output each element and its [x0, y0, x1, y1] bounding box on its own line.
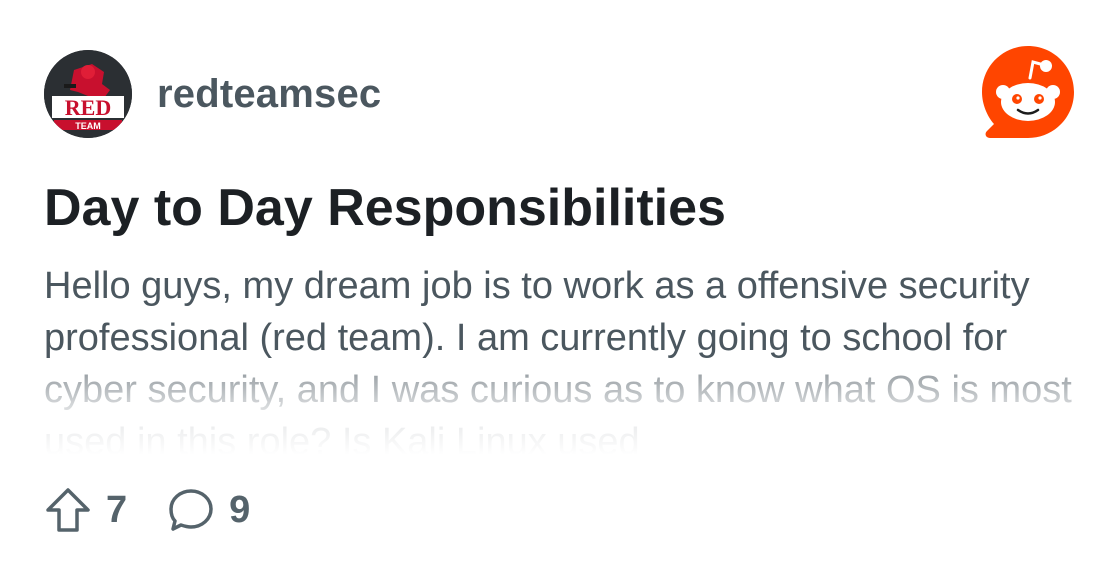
post-body-text: Hello guys, my dream job is to work as a…: [44, 265, 1072, 455]
post-stats: 7 9: [44, 484, 250, 536]
community-name[interactable]: redteamsec: [157, 74, 381, 114]
upvote-arrow-icon: [46, 488, 90, 532]
post-body: Hello guys, my dream job is to work as a…: [44, 260, 1084, 455]
svg-text:TEAM: TEAM: [75, 121, 101, 131]
post-title[interactable]: Day to Day Responsibilities: [44, 179, 726, 237]
comment-bubble-icon: [169, 489, 213, 531]
reddit-logo-icon[interactable]: [980, 44, 1076, 140]
community-avatar[interactable]: RED TEAM: [44, 50, 132, 138]
comment-count: 9: [229, 489, 251, 531]
svg-text:RED: RED: [65, 95, 111, 120]
post-preview-card: RED TEAM redteamsec Day to Day Responsib…: [0, 0, 1120, 584]
upvote-button[interactable]: 7: [44, 486, 127, 534]
comments-button[interactable]: 9: [167, 486, 250, 534]
upvote-count: 7: [106, 489, 128, 531]
post-header: RED TEAM redteamsec: [44, 50, 381, 138]
red-team-logo-icon: RED TEAM: [44, 50, 132, 138]
